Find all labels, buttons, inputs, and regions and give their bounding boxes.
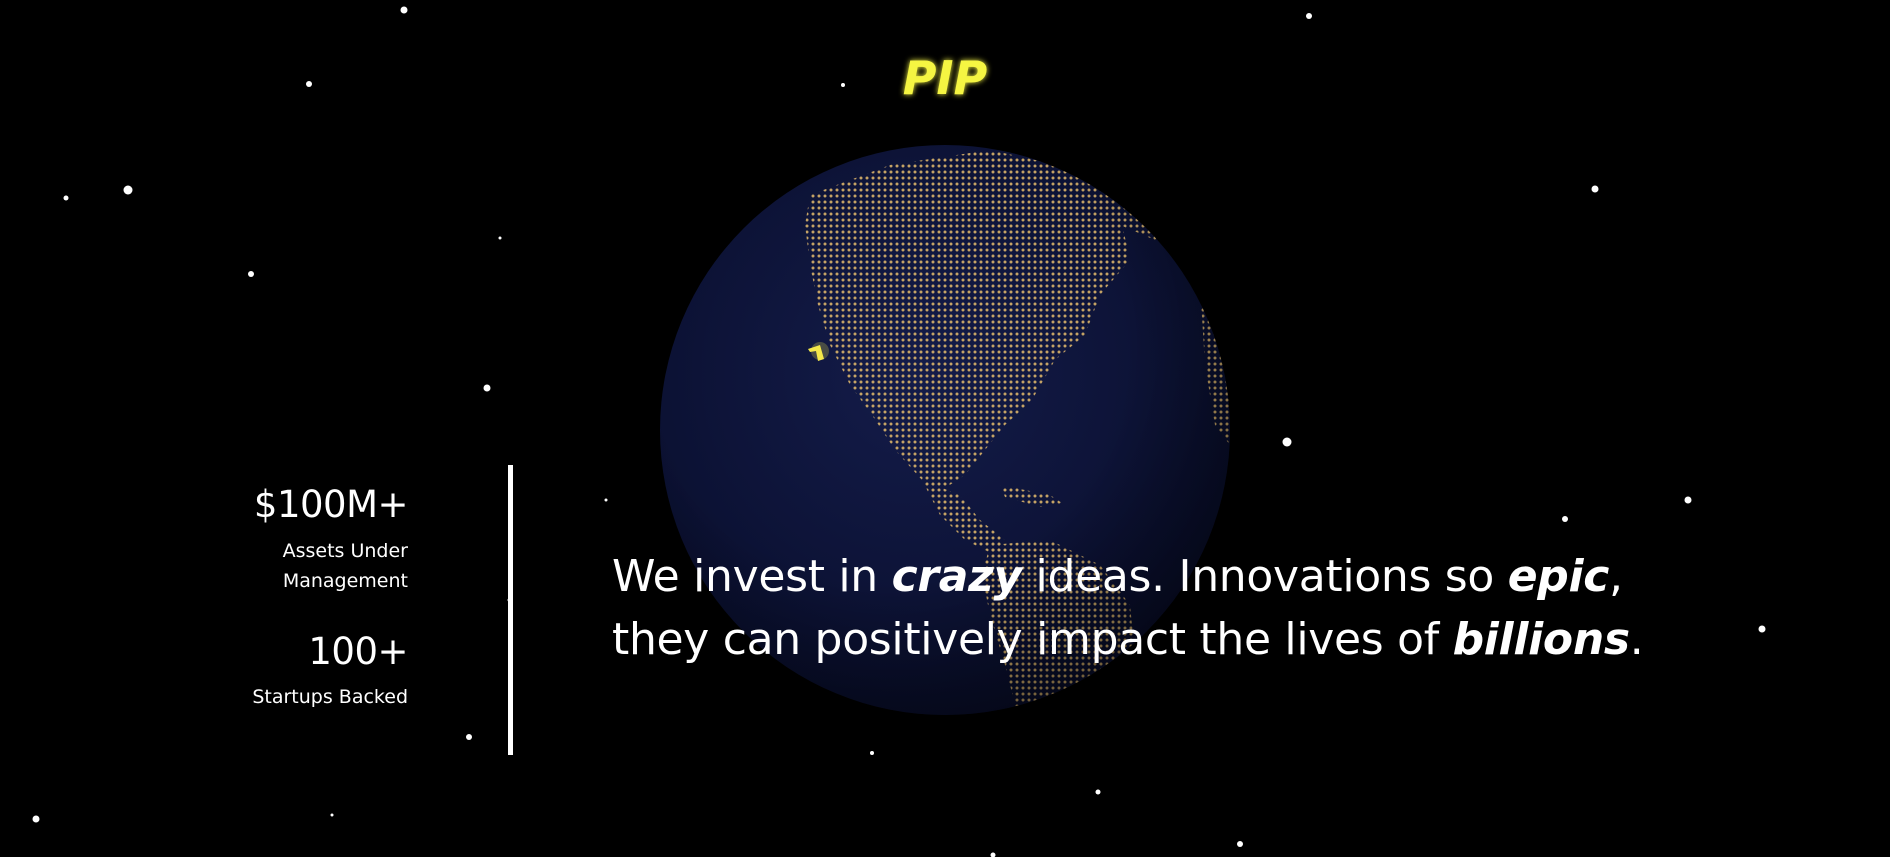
tagline-emphasis: crazy: [891, 551, 1023, 602]
stat-label: Startups Backed: [252, 686, 408, 709]
stat-value: 100+: [308, 629, 408, 673]
stat-label: Assets Under Management: [282, 539, 408, 592]
stats-panel: $100M+ Assets Under Management 100+ Star…: [200, 483, 409, 713]
pip-logo-icon: PIP: [903, 51, 988, 105]
vertical-divider: [508, 465, 513, 755]
brand-logo[interactable]: PIP: [893, 50, 997, 105]
svg-text:PIP: PIP: [903, 51, 988, 102]
stat-value: $100M+: [253, 483, 409, 526]
tagline-emphasis: epic: [1507, 551, 1610, 602]
tagline-text: ideas. Innovations so: [1021, 551, 1508, 602]
stat-assets: $100M+ Assets Under Management: [200, 483, 409, 596]
tagline-text: We invest in: [612, 551, 892, 602]
tagline-emphasis: billions: [1452, 614, 1630, 665]
tagline-text: .: [1629, 614, 1644, 665]
stat-startups: 100+ Startups Backed: [200, 629, 408, 713]
tagline: We invest in crazy ideas. Innovations so…: [612, 545, 1712, 671]
